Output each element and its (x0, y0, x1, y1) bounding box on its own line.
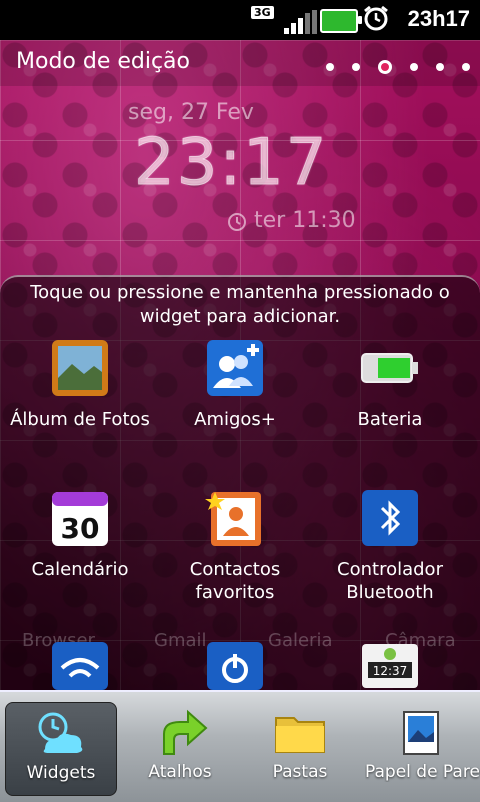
tab-atalhos[interactable]: Atalhos (125, 702, 235, 794)
bluetooth-icon (360, 488, 420, 548)
page-dot-active[interactable] (378, 60, 392, 74)
widget-battery[interactable]: Bateria (310, 338, 470, 431)
tab-widgets[interactable]: Widgets (5, 702, 117, 796)
widget-label: Calendário (31, 559, 129, 580)
page-indicator[interactable] (326, 60, 470, 74)
alarm-time: ter 11:30 (254, 208, 356, 233)
tab-papel-de-parede[interactable]: Papel de Parede (365, 702, 480, 794)
shortcut-arrow-icon (163, 709, 208, 755)
page-dot[interactable] (352, 63, 360, 71)
weather-clock-icon (38, 712, 83, 753)
contacts-plus-icon (205, 338, 265, 398)
wallpaper-icon (403, 711, 439, 755)
widget-label: Contactos favoritos (189, 559, 281, 603)
widget-favorite-contacts[interactable]: Contactos favoritos (155, 488, 315, 604)
widget-label: Controlador Bluetooth (337, 559, 443, 603)
drawer-tab-bar: Widgets Atalhos Pastas Papel de Parede (0, 690, 480, 802)
widget-calendar[interactable]: 30 Calendário (0, 488, 160, 581)
clock-widget-date: seg, 27 Fev (128, 100, 254, 125)
widget-label: Amigos+ (194, 409, 276, 430)
page-dot[interactable] (410, 63, 418, 71)
tab-label: Atalhos (148, 762, 212, 782)
battery-icon (320, 9, 362, 33)
tab-label: Pastas (272, 762, 328, 782)
favorite-contacts-icon (205, 488, 265, 548)
network-type: 3G (251, 6, 274, 19)
clock-widget-time[interactable]: 23:17 (133, 126, 328, 201)
widget-label: Álbum de Fotos (10, 409, 150, 430)
widget-photo-album[interactable]: Álbum de Fotos (0, 338, 160, 431)
edit-mode-header: Modo de edição (0, 40, 480, 86)
alarm-clock-icon (364, 5, 388, 31)
clock-android-time: 12:37 (373, 664, 408, 678)
calendar-icon: 30 (50, 488, 110, 548)
tab-label: Papel de Parede (365, 762, 480, 782)
signal-icon (284, 10, 318, 34)
status-bar: 3G 23h17 (0, 0, 480, 40)
photo-album-icon (50, 338, 110, 398)
drawer-hint: Toque ou pressione e mantenha pressionad… (30, 282, 450, 327)
widget-label: Bateria (357, 409, 423, 430)
widget-amigos[interactable]: Amigos+ (155, 338, 315, 431)
widget-bluetooth[interactable]: Controlador Bluetooth (310, 488, 470, 604)
battery-widget-icon (360, 338, 420, 398)
clock-widget-alarm: ter 11:30 (226, 208, 356, 233)
tab-label: Widgets (26, 763, 96, 783)
alarm-icon (228, 212, 246, 231)
page-dot[interactable] (436, 63, 444, 71)
status-time: 23h17 (407, 6, 470, 31)
page-dot[interactable] (462, 63, 470, 71)
edit-mode-title: Modo de edição (16, 49, 191, 74)
page-dot[interactable] (326, 63, 334, 71)
folder-icon (275, 717, 325, 753)
tab-pastas[interactable]: Pastas (245, 702, 355, 794)
calendar-day: 30 (61, 512, 100, 545)
